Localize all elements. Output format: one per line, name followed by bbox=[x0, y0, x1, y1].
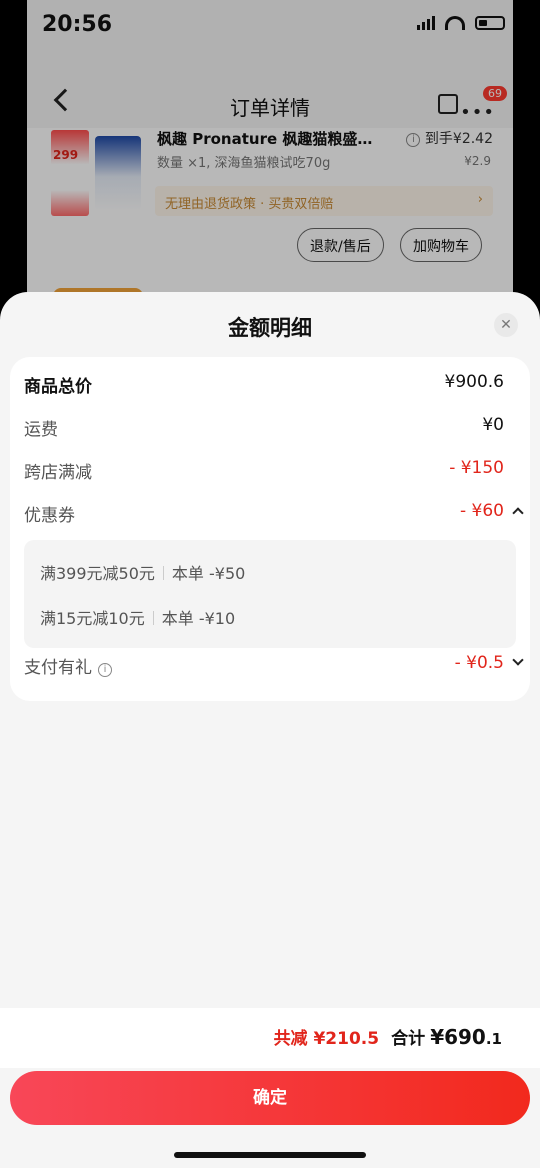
close-icon[interactable]: ✕ bbox=[494, 313, 518, 337]
total-amount-decimal: .1 bbox=[485, 1030, 502, 1048]
coupon-name: 满15元减10元 bbox=[40, 609, 145, 628]
coupon-label: 优惠券 bbox=[24, 506, 75, 526]
coupon-amount: 本单 -¥10 bbox=[161, 609, 236, 628]
cross-store-discount-value: - ¥150 bbox=[449, 458, 504, 478]
coupon-list: 满399元减50元 本单 -¥50 满15元减10元 本单 -¥10 bbox=[24, 540, 516, 648]
info-icon[interactable]: i bbox=[98, 663, 112, 677]
chevron-up-icon[interactable] bbox=[512, 507, 524, 519]
amount-card: 商品总价 ¥900.6 运费 ¥0 跨店满减 - ¥150 优惠券 - ¥60 … bbox=[10, 357, 530, 701]
home-indicator[interactable] bbox=[174, 1152, 366, 1158]
shipping-value: ¥0 bbox=[482, 415, 504, 435]
dim-overlay[interactable] bbox=[27, 0, 513, 330]
coupon-name: 满399元减50元 bbox=[40, 564, 155, 583]
row-coupon[interactable]: 优惠券 - ¥60 bbox=[24, 498, 524, 528]
coupon-item: 满15元减10元 本单 -¥10 bbox=[40, 605, 235, 631]
row-shipping: 运费 ¥0 bbox=[24, 412, 516, 442]
row-payment-gift[interactable]: 支付有礼 i - ¥0.5 bbox=[24, 650, 524, 680]
total-amount: ¥690 bbox=[430, 1025, 486, 1049]
payment-gift-value: - ¥0.5 bbox=[454, 653, 504, 673]
screen: 20:56 订单详情 ••• 69 299 枫趣 Pronature 枫趣猫粮盛… bbox=[0, 0, 540, 1168]
confirm-button[interactable]: 确定 bbox=[10, 1071, 530, 1125]
total-saved: 共减 ¥210.5 bbox=[273, 1029, 380, 1049]
sheet-title: 金额明细 bbox=[228, 316, 312, 340]
summary-footer: 共减 ¥210.5 合计 ¥690.1 bbox=[0, 1008, 540, 1068]
chevron-down-icon[interactable] bbox=[512, 654, 524, 666]
subtotal-value: ¥900.6 bbox=[444, 372, 504, 392]
total-label: 合计 bbox=[391, 1029, 426, 1049]
cross-store-discount-label: 跨店满减 bbox=[24, 463, 92, 483]
amount-detail-sheet: 金额明细 ✕ 商品总价 ¥900.6 运费 ¥0 跨店满减 - ¥150 优惠券… bbox=[0, 292, 540, 1168]
shipping-label: 运费 bbox=[24, 420, 58, 440]
coupon-item: 满399元减50元 本单 -¥50 bbox=[40, 560, 245, 586]
row-subtotal: 商品总价 ¥900.6 bbox=[24, 369, 516, 399]
row-cross-store-discount: 跨店满减 - ¥150 bbox=[24, 455, 516, 485]
payment-gift-label: 支付有礼 i bbox=[24, 653, 112, 678]
coupon-amount: 本单 -¥50 bbox=[171, 564, 246, 583]
coupon-value: - ¥60 bbox=[460, 501, 504, 521]
background-order-page: 20:56 订单详情 ••• 69 299 枫趣 Pronature 枫趣猫粮盛… bbox=[27, 0, 513, 330]
subtotal-label: 商品总价 bbox=[24, 377, 92, 397]
